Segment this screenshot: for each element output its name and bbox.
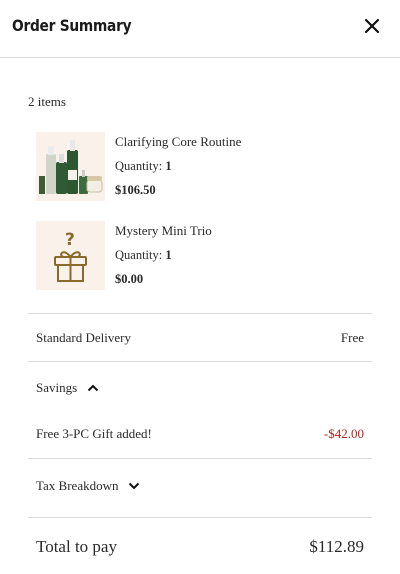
quantity-label: Quantity: (115, 159, 163, 173)
divider (28, 458, 372, 459)
chevron-up-icon (87, 384, 99, 392)
page-title: Order Summary (12, 16, 132, 35)
quantity-label: Quantity: (115, 248, 163, 262)
gift-savings-value: -$42.00 (323, 426, 364, 441)
gift-savings-label: Free 3-PC Gift added! (36, 426, 152, 441)
savings-label: Savings (36, 380, 78, 395)
product-thumbnail[interactable] (36, 132, 105, 201)
tax-breakdown-toggle[interactable]: Tax Breakdown (36, 478, 140, 494)
product-thumbnail[interactable]: ? (36, 221, 105, 290)
item-price: $106.50 (115, 183, 156, 197)
divider (28, 361, 372, 362)
item-price: $0.00 (115, 272, 144, 286)
tax-label: Tax Breakdown (36, 478, 119, 493)
mystery-gift-icon: ? (54, 230, 87, 282)
delivery-label: Standard Delivery (36, 330, 131, 345)
quantity-value: 1 (165, 248, 172, 262)
skincare-bottles-image (39, 140, 103, 194)
delivery-value: Free (340, 330, 364, 345)
item-name[interactable]: Mystery Mini Trio (115, 223, 212, 239)
close-icon (364, 18, 380, 34)
divider (28, 313, 372, 314)
summary-header: Order Summary (0, 0, 400, 58)
total-value: $112.89 (309, 537, 364, 556)
chevron-down-icon (129, 482, 140, 490)
quantity-value: 1 (165, 159, 172, 173)
item-quantity: Quantity: 1 (115, 248, 172, 263)
svg-text:?: ? (65, 230, 75, 250)
item-quantity: Quantity: 1 (115, 159, 172, 174)
divider (28, 517, 372, 518)
total-row: Total to pay $112.89 (36, 537, 364, 557)
tax-row: Tax Breakdown (36, 478, 364, 494)
item-name[interactable]: Clarifying Core Routine (115, 134, 241, 150)
delivery-row: Standard Delivery Free (36, 330, 364, 346)
gift-savings-row: Free 3-PC Gift added! -$42.00 (36, 426, 364, 442)
close-button[interactable] (358, 12, 386, 40)
items-count: 2 items (28, 94, 66, 109)
savings-row: Savings (36, 380, 364, 396)
savings-toggle[interactable]: Savings (36, 380, 99, 396)
total-label: Total to pay (36, 537, 117, 556)
